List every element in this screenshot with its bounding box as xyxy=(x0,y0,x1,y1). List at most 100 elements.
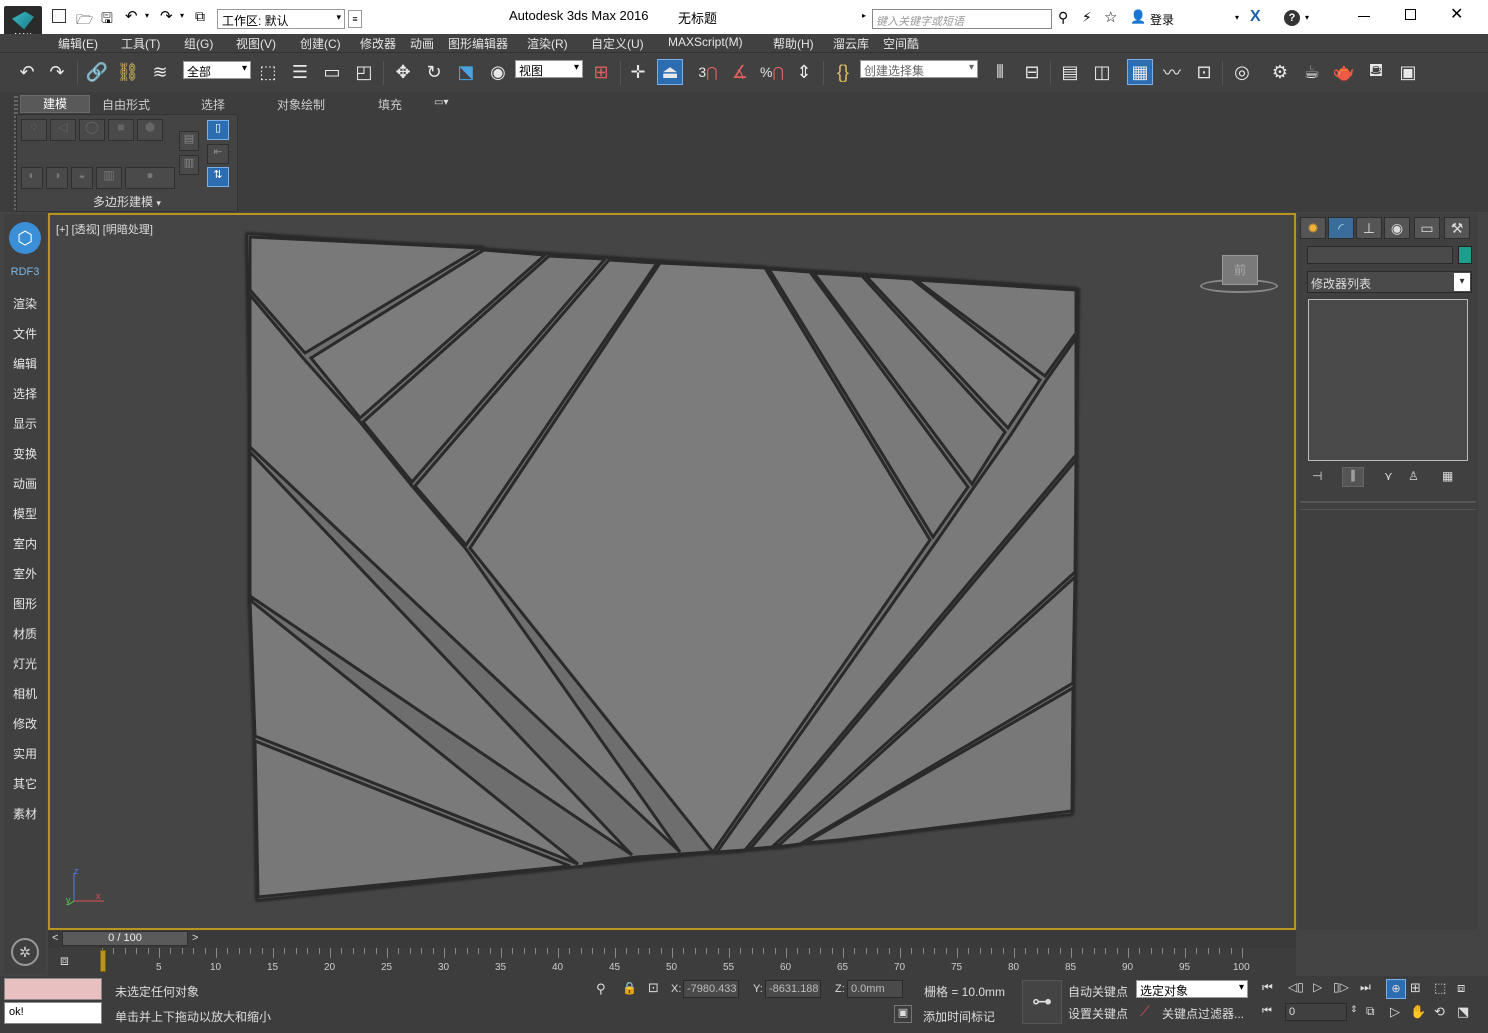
toggle-ribbon-icon[interactable]: ▦ xyxy=(1127,59,1153,85)
isolate-selection-icon[interactable]: ⚲ xyxy=(596,981,606,997)
make-unique-icon[interactable]: ⋎ xyxy=(1384,469,1393,483)
rendered-frame-window-icon[interactable]: ☕ xyxy=(1299,59,1325,85)
time-configuration-icon[interactable]: ⧉ xyxy=(1366,1004,1375,1019)
object-color-swatch[interactable] xyxy=(1458,246,1472,264)
subscription-icon[interactable]: ⚡ xyxy=(1082,9,1092,26)
motion-tab-icon[interactable]: ◉ xyxy=(1384,217,1410,239)
track-bar[interactable]: ⧈ 5 10 15 20 25 30 35 40 45 50 55 60 65 70 75 80 85 90 95 1… xyxy=(48,948,1296,976)
side-item-other[interactable]: 其它 xyxy=(4,775,46,792)
save-file-icon[interactable]: 🖫 xyxy=(101,8,113,32)
polygon-modeling-label-row[interactable]: 多边形建模 ▾ xyxy=(17,193,237,211)
configure-modifier-sets-icon[interactable]: ▦ xyxy=(1442,469,1453,483)
help-icon[interactable]: ? xyxy=(1284,10,1300,26)
play-icon[interactable]: ▷ xyxy=(1313,980,1322,994)
new-file-icon[interactable] xyxy=(52,9,66,23)
track-ruler[interactable]: 5 10 15 20 25 30 35 40 45 50 55 60 65 70 75 80 85 90 95 100 xyxy=(102,948,1250,976)
align-icon[interactable]: ⊟ xyxy=(1019,59,1045,85)
time-slider[interactable]: < 0 / 100 > xyxy=(48,930,1296,948)
z-coord-field[interactable]: 0.0mm xyxy=(847,980,903,998)
search-expand-icon[interactable]: ▸ xyxy=(862,11,866,20)
menu-customize[interactable]: 自定义(U) xyxy=(591,35,644,52)
modifier-list-dropdown[interactable]: 修改器列表 ▾ xyxy=(1307,271,1472,293)
wall-panel-model[interactable] xyxy=(50,215,1296,930)
select-and-move-icon[interactable]: ✥ xyxy=(390,59,416,85)
rectangular-selection-icon[interactable]: ▭ xyxy=(319,59,345,85)
maxscript-listener-mini[interactable] xyxy=(4,978,102,1000)
side-item-lights[interactable]: 灯光 xyxy=(4,655,46,672)
configure-modifier-icon[interactable]: ⇅ xyxy=(207,167,229,187)
mini-curve-editor-icon[interactable]: ⧈ xyxy=(60,952,69,969)
time-slider-thumb[interactable]: 0 / 100 xyxy=(62,931,188,946)
viewcube[interactable]: 前 xyxy=(1200,251,1280,295)
a360-render-icon[interactable]: ▣ xyxy=(1395,59,1421,85)
side-item-materials[interactable]: 材质 xyxy=(4,625,46,642)
time-next-button[interactable]: > xyxy=(192,932,198,944)
menu-views[interactable]: 视图(V) xyxy=(236,35,276,52)
unlink-icon[interactable]: ⛓ xyxy=(115,59,141,85)
menu-modifiers[interactable]: 修改器 xyxy=(360,35,396,52)
zoom-extents-icon[interactable]: ⬚ xyxy=(1434,980,1446,996)
menu-create[interactable]: 创建(C) xyxy=(300,35,341,52)
menu-liuyunku[interactable]: 溜云库 xyxy=(833,35,869,52)
show-end-result-icon[interactable]: ▤ xyxy=(179,131,199,151)
select-object-icon[interactable]: ⬚ xyxy=(255,59,281,85)
frame-spinner-icon[interactable]: ⇕ xyxy=(1350,1004,1358,1015)
key-filter-icon[interactable]: ⟋ xyxy=(1140,1003,1150,1020)
hierarchy-tab-icon[interactable]: ⊥ xyxy=(1356,217,1382,239)
side-item-model[interactable]: 模型 xyxy=(4,505,46,522)
modify-selection-icon[interactable]: ▥ xyxy=(96,167,122,189)
zoom-all-icon[interactable]: ⊞ xyxy=(1410,980,1421,996)
element-icon[interactable]: ⬢ xyxy=(137,119,163,141)
select-by-name-icon[interactable]: ☰ xyxy=(287,59,313,85)
side-item-assets[interactable]: 素材 xyxy=(4,805,46,822)
curve-editor-icon[interactable]: 〰 xyxy=(1159,59,1185,85)
select-and-rotate-icon[interactable]: ↻ xyxy=(421,59,447,85)
material-editor-icon[interactable]: ◎ xyxy=(1229,59,1255,85)
orbit-icon[interactable]: ⟲ xyxy=(1434,1004,1445,1020)
login-button[interactable]: 登录 xyxy=(1150,11,1174,28)
tab-modeling[interactable]: 建模 xyxy=(20,95,90,113)
tab-populate[interactable]: 填充 xyxy=(378,95,402,114)
menu-animation[interactable]: 动画 xyxy=(410,35,434,52)
maximize-icon[interactable] xyxy=(1405,9,1416,20)
named-selection-dropdown[interactable]: 创建选择集 ▾ xyxy=(860,60,978,78)
reference-coordinate-dropdown[interactable]: 视图 ▾ xyxy=(515,60,583,78)
side-item-select[interactable]: 选择 xyxy=(4,385,46,402)
percent-snap-icon[interactable]: % ⋂ xyxy=(759,59,785,85)
use-soft-selection-icon[interactable]: ● xyxy=(125,167,175,189)
login-dropdown-icon[interactable]: ▾ xyxy=(1235,13,1239,22)
side-item-shapes[interactable]: 图形 xyxy=(4,595,46,612)
side-item-cameras[interactable]: 相机 xyxy=(4,685,46,702)
undo-dropdown-icon[interactable]: ▾ xyxy=(145,11,149,20)
render-iterative-icon[interactable]: ⛾ xyxy=(1363,59,1389,85)
tab-object-paint[interactable]: 对象绘制 xyxy=(277,95,325,114)
display-tab-icon[interactable]: ▭ xyxy=(1414,217,1440,239)
time-tag-icon[interactable]: ▣ xyxy=(894,1005,912,1023)
modify-tab-icon[interactable]: ◜ xyxy=(1328,217,1354,239)
modifier-stack-list[interactable] xyxy=(1308,299,1468,461)
remove-modifier-icon[interactable]: ♙ xyxy=(1408,469,1419,483)
make-unique-icon[interactable]: ▥ xyxy=(179,155,199,175)
side-item-display[interactable]: 显示 xyxy=(4,415,46,432)
menu-edit[interactable]: 编辑(E) xyxy=(58,35,98,52)
render-setup-icon[interactable]: ⚙ xyxy=(1267,59,1293,85)
angle-snap-icon[interactable]: ∡ xyxy=(727,59,753,85)
side-item-render[interactable]: 渲染 xyxy=(4,295,46,312)
time-prev-button[interactable]: < xyxy=(52,932,58,944)
next-frame-icon[interactable]: ▯▷ xyxy=(1333,980,1349,994)
zoom-extents-all-icon[interactable]: ⧈ xyxy=(1457,980,1465,996)
vertex-icon[interactable]: ⁘ xyxy=(21,119,47,141)
mirror-icon[interactable]: ⫴ xyxy=(987,59,1013,85)
menu-maxscript[interactable]: MAXScript(M) xyxy=(668,35,743,49)
remove-modifier-icon[interactable]: ⇤ xyxy=(207,144,229,164)
side-item-edit[interactable]: 编辑 xyxy=(4,355,46,372)
render-production-icon[interactable]: 🫖 xyxy=(1331,59,1357,85)
maximize-viewport-icon[interactable]: ⬔ xyxy=(1457,1004,1469,1020)
selection-filter-dropdown[interactable]: 全部 ▾ xyxy=(183,61,251,79)
utilities-tab-icon[interactable]: ⚒ xyxy=(1444,217,1470,239)
workspace-dropdown[interactable]: 工作区: 默认 ▾ xyxy=(217,9,345,29)
schematic-view-icon[interactable]: ⊡ xyxy=(1191,59,1217,85)
bind-space-warp-icon[interactable]: ≋ xyxy=(147,59,173,85)
set-key-button[interactable]: 设置关键点 xyxy=(1068,1005,1128,1022)
polygon-icon[interactable]: ■ xyxy=(108,119,134,141)
